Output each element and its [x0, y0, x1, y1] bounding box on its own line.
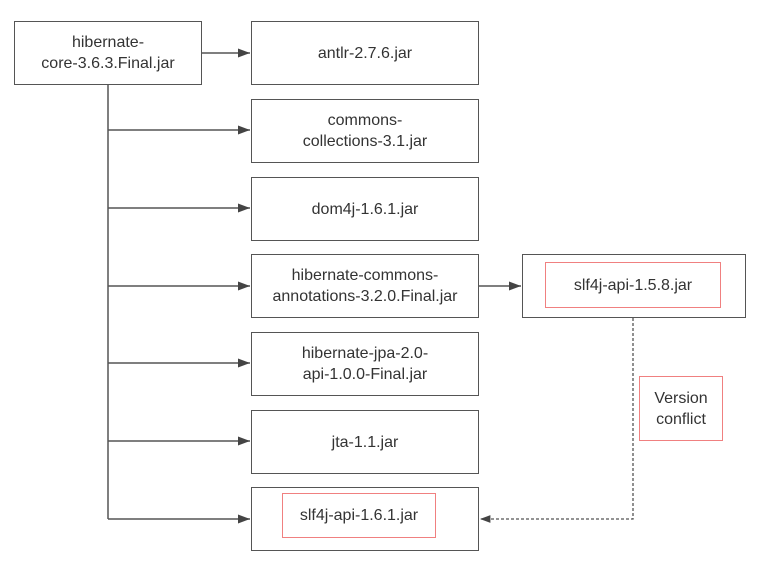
conflict-highlight: slf4j-api-1.5.8.jar: [545, 262, 721, 308]
dep-label: dom4j-1.6.1.jar: [311, 200, 419, 218]
dep-label-2: annotations-3.2.0.Final.jar: [272, 288, 458, 305]
root-node: hibernate-core-3.6.3.Final.jar: [14, 21, 202, 85]
root-label-1: hibernate-: [71, 34, 145, 51]
dep-label-1: commons-: [327, 112, 403, 129]
dep-hibernate-jpa: hibernate-jpa-2.0- api-1.0.0-Final.jar: [251, 332, 479, 396]
note-line-2: conflict: [656, 410, 706, 428]
root-label-2: core-3.6.3.Final.jar: [41, 55, 175, 72]
dep-label: slf4j-api-1.5.8.jar: [573, 276, 693, 294]
dep-slf4j-api-161: slf4j-api-1.6.1.jar: [251, 487, 479, 551]
dep-label-1: hibernate-commons-: [291, 267, 439, 284]
dep-label: antlr-2.7.6.jar: [317, 44, 413, 62]
dep-dom4j: dom4j-1.6.1.jar: [251, 177, 479, 241]
conflict-dashed-arrow: [480, 318, 634, 523]
version-conflict-note: Version conflict: [639, 376, 723, 441]
dep-label: jta-1.1.jar: [331, 433, 399, 451]
dependency-diagram: hibernate-core-3.6.3.Final.jar antlr-2.7…: [0, 0, 774, 565]
dep-slf4j-api-158: slf4j-api-1.5.8.jar: [522, 254, 746, 318]
dep-label-2: api-1.0.0-Final.jar: [302, 366, 428, 383]
dep-label: slf4j-api-1.6.1.jar: [299, 507, 419, 524]
dep-label-1: hibernate-jpa-2.0-: [301, 345, 429, 362]
dep-hibernate-commons-annotations: hibernate-commons-annotations-3.2.0.Fina…: [251, 254, 479, 318]
note-line-1: Version: [654, 389, 708, 407]
dep-commons-collections: commons-collections-3.1.jar: [251, 99, 479, 163]
dep-antlr: antlr-2.7.6.jar: [251, 21, 479, 85]
dep-label-2: collections-3.1.jar: [302, 133, 428, 150]
dep-jta: jta-1.1.jar: [251, 410, 479, 474]
conflict-highlight: slf4j-api-1.6.1.jar: [282, 493, 436, 538]
